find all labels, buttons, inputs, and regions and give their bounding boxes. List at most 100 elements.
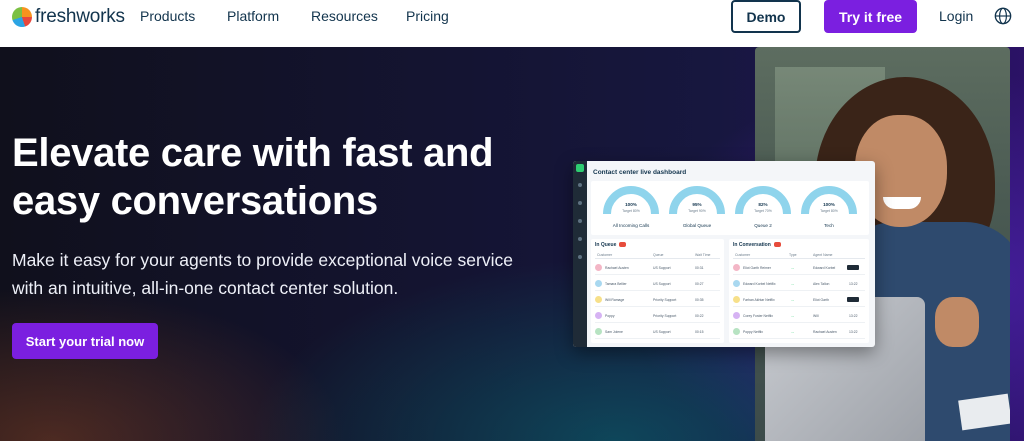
gauge-percent: 82%: [758, 202, 768, 207]
table-row[interactable]: Corey Foster Netflix ↔ Will 13:22: [733, 309, 865, 323]
table-row[interactable]: Sam Jolene US Support 00:15: [595, 325, 720, 339]
nav-products[interactable]: Products: [140, 7, 195, 25]
login-link[interactable]: Login: [939, 8, 973, 24]
avatar: [733, 328, 740, 335]
table-header: Customer Type Agent Name: [733, 253, 865, 259]
queue-name: US Support: [653, 282, 671, 286]
avatar: [733, 312, 740, 319]
count-badge: [619, 242, 627, 248]
table-row[interactable]: Will Ramage Priority Support 00:35: [595, 293, 720, 307]
call-time: 13:22: [849, 330, 858, 334]
avatar: [733, 264, 740, 271]
agent-name: Will: [813, 314, 819, 318]
nav-dot-icon: [578, 255, 582, 259]
customer-name: Poppy: [605, 314, 615, 318]
gauge-percent: 100%: [625, 202, 637, 207]
globe-icon[interactable]: [994, 7, 1012, 25]
agent-name: Alex Tallon: [813, 282, 830, 286]
call-time: 13:22: [849, 314, 858, 318]
wait-time: 00:15: [695, 330, 704, 334]
status-pill: [847, 296, 859, 302]
dashboard-sidebar: [573, 161, 587, 347]
column-header: Type: [789, 253, 797, 257]
freshworks-logo[interactable]: freshworks: [12, 6, 125, 28]
avatar: [733, 280, 740, 287]
customer-name: Will Ramage: [605, 298, 625, 302]
customer-name: Corey Foster Netflix: [743, 314, 773, 318]
nav-dot-icon: [578, 237, 582, 241]
customer-name: Edward Korbel Netflix: [743, 282, 776, 286]
agent-name: Rachael Austen: [813, 330, 837, 334]
dashboard-title: Contact center live dashboard: [593, 169, 687, 176]
table-row[interactable]: Tamara Bellier US Support 00:27: [595, 277, 720, 291]
in-queue-title: In Queue: [595, 242, 617, 248]
customer-name: Farhan Akhtar Netflix: [743, 298, 775, 302]
top-navigation: freshworks Products Platform Resources P…: [0, 0, 1024, 47]
column-header: Wait Time: [695, 253, 711, 257]
queue-name: US Support: [653, 266, 671, 270]
gauge: 100% Target 80% Tech: [801, 186, 857, 228]
queue-name: Priority Support: [653, 298, 677, 302]
photo-hand: [935, 297, 979, 347]
table-row[interactable]: Poppy Netflix ↔ Rachael Austen 13:22: [733, 325, 865, 339]
gauge-target: Target 70%: [754, 209, 772, 213]
hero-headline: Elevate care with fast and easy conversa…: [12, 131, 494, 223]
start-trial-button[interactable]: Start your trial now: [12, 323, 158, 359]
table-row[interactable]: Farhan Akhtar Netflix ↔ Eliot Garth: [733, 293, 865, 307]
gauge-target: Target 80%: [820, 209, 838, 213]
avatar: [595, 264, 602, 271]
gauge: 100% Target 80% All Incoming Calls: [603, 186, 659, 228]
nav-platform[interactable]: Platform: [227, 7, 279, 25]
column-header: Customer: [597, 253, 613, 257]
agent-name: Edward Korbel: [813, 266, 836, 270]
panel-title: In Queue: [595, 242, 627, 248]
customer-name: Sam Jolene: [605, 330, 623, 334]
demo-button[interactable]: Demo: [731, 0, 801, 33]
app-icon: [576, 164, 584, 172]
avatar: [733, 296, 740, 303]
hero-section: Elevate care with fast and easy conversa…: [0, 47, 1024, 441]
nav-dot-icon: [578, 201, 582, 205]
contact-center-dashboard: Contact center live dashboard 100% Targe…: [573, 161, 875, 347]
column-header: Agent Name: [813, 253, 833, 257]
nav-resources[interactable]: Resources: [311, 7, 378, 25]
table-header: Customer Queue Wait Time: [595, 253, 720, 259]
nav-pricing[interactable]: Pricing: [406, 7, 449, 25]
avatar: [595, 296, 602, 303]
column-header: Customer: [735, 253, 751, 257]
wait-time: 00:35: [695, 298, 704, 302]
hero-subtext: Make it easy for your agents to provide …: [12, 250, 513, 298]
call-type-icon: ↔: [791, 266, 795, 270]
table-row[interactable]: Eliot Garth Reimer ↔ Edward Korbel: [733, 261, 865, 275]
status-pill: [847, 264, 859, 270]
count-badge: [773, 242, 781, 248]
try-it-free-button[interactable]: Try it free: [824, 0, 917, 33]
customer-name: Poppy Netflix: [743, 330, 763, 334]
table-row[interactable]: Edward Korbel Netflix ↔ Alex Tallon 13:2…: [733, 277, 865, 291]
column-header: Queue: [653, 253, 664, 257]
in-queue-panel: In Queue Customer Queue Wait Time Rachae…: [591, 239, 724, 343]
photo-smile: [883, 197, 921, 209]
nav-dot-icon: [578, 219, 582, 223]
in-conversation-panel: In Conversation Customer Type Agent Name…: [729, 239, 869, 343]
wait-time: 00:22: [695, 314, 704, 318]
call-time: 13:22: [849, 282, 858, 286]
gauge-row: 100% Target 80% All Incoming Calls 95% T…: [591, 181, 869, 235]
gauge: 95% Target 90% Global Queue: [669, 186, 725, 228]
customer-name: Rachael Austen: [605, 266, 629, 270]
call-type-icon: ↔: [791, 282, 795, 286]
gauge-percent: 100%: [823, 202, 835, 207]
nav-dot-icon: [578, 183, 582, 187]
panel-title: In Conversation: [733, 242, 781, 248]
table-row[interactable]: Rachael Austen US Support 00:31: [595, 261, 720, 275]
gauge-label: Queue 2: [754, 223, 772, 228]
table-row[interactable]: Poppy Priority Support 00:22: [595, 309, 720, 323]
queue-name: US Support: [653, 330, 671, 334]
gauge: 82% Target 70% Queue 2: [735, 186, 791, 228]
in-conversation-title: In Conversation: [733, 242, 771, 248]
customer-name: Tamara Bellier: [605, 282, 627, 286]
call-type-icon: ↔: [791, 298, 795, 302]
logo-text: freshworks: [35, 6, 125, 27]
agent-name: Eliot Garth: [813, 298, 830, 302]
gauge-label: Tech: [824, 223, 834, 228]
